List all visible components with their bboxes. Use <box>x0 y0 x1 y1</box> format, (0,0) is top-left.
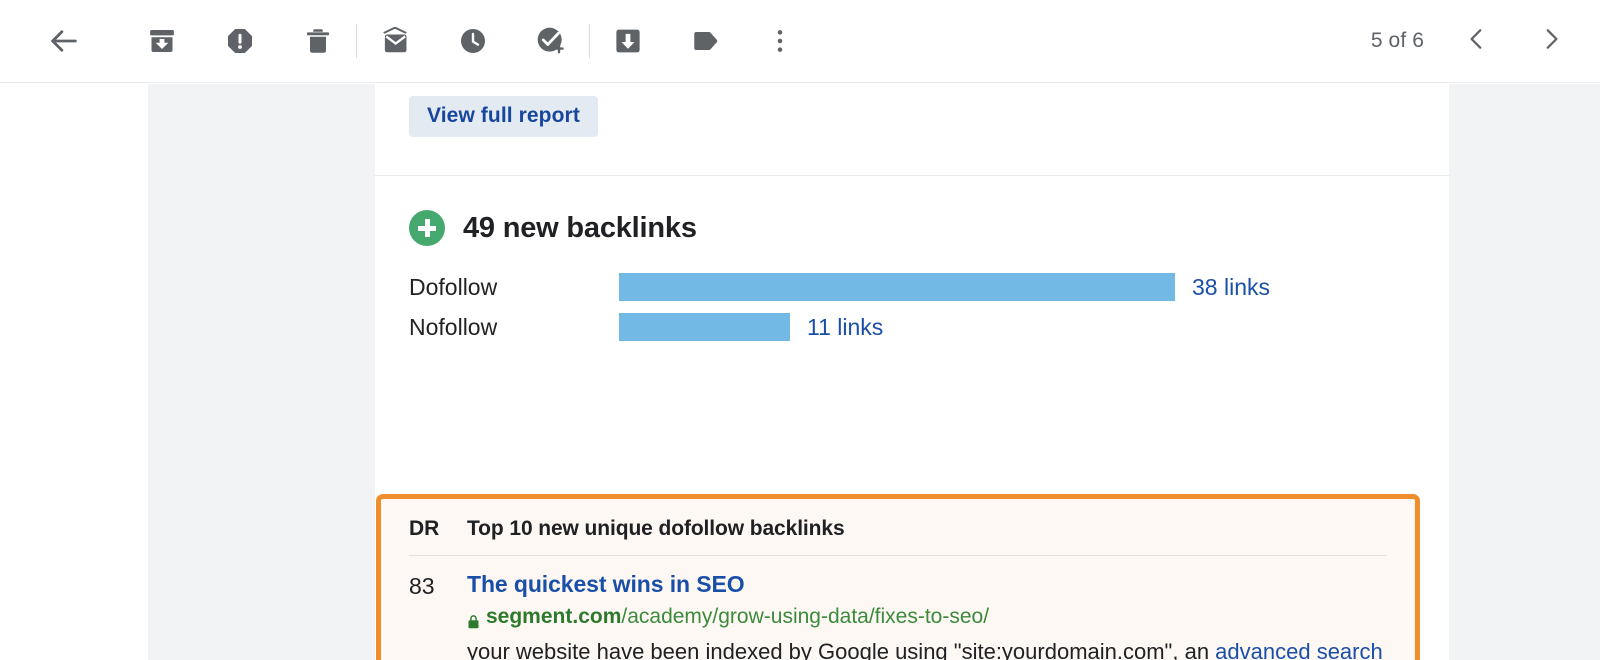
left-gutter <box>148 84 375 660</box>
labels-button[interactable] <box>678 13 734 69</box>
backlink-url: segment.com/academy/grow-using-data/fixe… <box>467 604 1391 630</box>
archive-icon <box>147 26 177 56</box>
row-content: The quickest wins in SEO segment.com/aca… <box>467 571 1415 660</box>
bar-value-dofollow: 38 links <box>1192 274 1270 301</box>
backlink-title-link[interactable]: The quickest wins in SEO <box>467 571 745 598</box>
backlinks-heading: 49 new backlinks <box>409 210 1449 246</box>
bar-row-dofollow: Dofollow 38 links <box>409 272 1419 302</box>
bar-label-dofollow: Dofollow <box>409 274 619 301</box>
table-row: 83 The quickest wins in SEO segment.com/… <box>381 556 1415 660</box>
bar-value-nofollow: 11 links <box>807 314 883 341</box>
previous-message-button[interactable] <box>1450 14 1504 68</box>
bar-fill-dofollow <box>619 273 1175 301</box>
backlinks-bar-chart: Dofollow 38 links Nofollow 11 links <box>375 272 1449 356</box>
next-message-button[interactable] <box>1524 14 1578 68</box>
bar-label-nofollow: Nofollow <box>409 314 619 341</box>
snooze-button[interactable] <box>445 13 501 69</box>
move-to-inbox-button[interactable] <box>600 13 656 69</box>
view-full-report-button[interactable]: View full report <box>409 96 598 137</box>
backlinks-section: 49 new backlinks Dofollow 38 links Nofol… <box>375 176 1449 356</box>
toolbar-divider-1 <box>356 24 357 58</box>
back-to-inbox-button[interactable] <box>36 13 92 69</box>
message-pager-count: 5 of 6 <box>1371 29 1424 53</box>
email-toolbar: 5 of 6 <box>0 0 1600 83</box>
bar-fill-nofollow <box>619 313 790 341</box>
backlink-domain: segment.com <box>486 604 621 630</box>
plus-circle-icon <box>409 210 445 246</box>
column-header-title: Top 10 new unique dofollow backlinks <box>467 517 845 541</box>
mark-unread-button[interactable] <box>367 13 423 69</box>
report-spam-button[interactable] <box>212 13 268 69</box>
check-plus-icon <box>535 25 567 57</box>
report-section: View full report <box>375 84 1449 176</box>
add-to-tasks-button[interactable] <box>523 13 579 69</box>
right-gutter <box>1449 84 1600 660</box>
lock-icon <box>467 610 480 625</box>
column-header-dr: DR <box>409 517 467 541</box>
row-dr-score: 83 <box>409 571 467 660</box>
snippet-text-before: your website have been indexed by Google… <box>467 639 1215 660</box>
backlinks-table-header: DR Top 10 new unique dofollow backlinks <box>381 499 1415 541</box>
trash-icon <box>303 26 333 56</box>
tag-icon <box>691 26 721 56</box>
archive-button[interactable] <box>134 13 190 69</box>
chevron-left-icon <box>1464 26 1490 57</box>
backlink-path: /academy/grow-using-data/fixes-to-seo/ <box>621 604 989 630</box>
email-content-card: View full report 49 new backlinks Dofoll… <box>375 84 1449 660</box>
clock-icon <box>458 26 488 56</box>
move-to-inbox-icon <box>613 26 643 56</box>
more-vertical-icon <box>766 27 794 55</box>
backlinks-title: 49 new backlinks <box>463 212 697 245</box>
report-spam-icon <box>225 26 255 56</box>
backlink-snippet: your website have been indexed by Google… <box>467 637 1391 660</box>
more-options-button[interactable] <box>752 13 808 69</box>
top-backlinks-highlight-box: DR Top 10 new unique dofollow backlinks … <box>376 494 1420 660</box>
arrow-left-icon <box>47 24 81 58</box>
chevron-right-icon <box>1538 26 1564 57</box>
envelope-icon <box>379 25 411 57</box>
message-body-area: View full report 49 new backlinks Dofoll… <box>0 84 1600 660</box>
delete-button[interactable] <box>290 13 346 69</box>
bar-row-nofollow: Nofollow 11 links <box>409 312 1419 342</box>
toolbar-divider-2 <box>589 24 590 58</box>
